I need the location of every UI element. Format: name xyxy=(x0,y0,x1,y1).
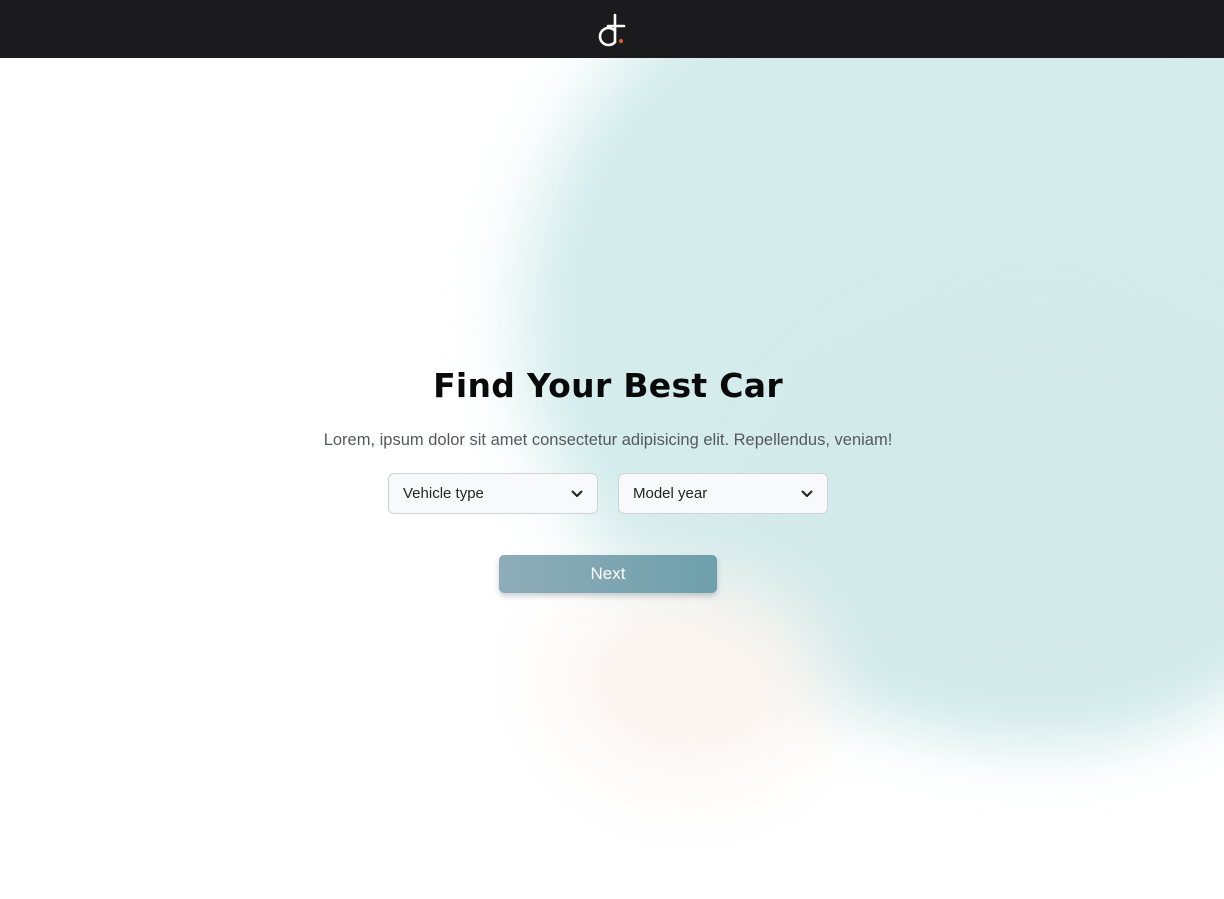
chevron-down-icon xyxy=(801,490,813,497)
vehicle-type-value: Vehicle type xyxy=(403,485,484,502)
next-button-label: Next xyxy=(590,564,626,583)
model-year-select[interactable]: Model year xyxy=(618,473,828,514)
d-dot-logo-icon[interactable] xyxy=(595,9,629,49)
model-year-value: Model year xyxy=(633,485,708,502)
page-subtitle: Lorem, ipsum dolor sit amet consectetur … xyxy=(323,431,893,449)
next-button[interactable]: Next xyxy=(499,555,717,593)
chevron-down-icon xyxy=(571,490,583,497)
hero-section: Find Your Best Car Lorem, ipsum dolor si… xyxy=(0,58,1224,899)
top-bar xyxy=(0,0,1224,58)
vehicle-type-select[interactable]: Vehicle type xyxy=(388,473,598,514)
page-title: Find Your Best Car xyxy=(433,366,783,405)
